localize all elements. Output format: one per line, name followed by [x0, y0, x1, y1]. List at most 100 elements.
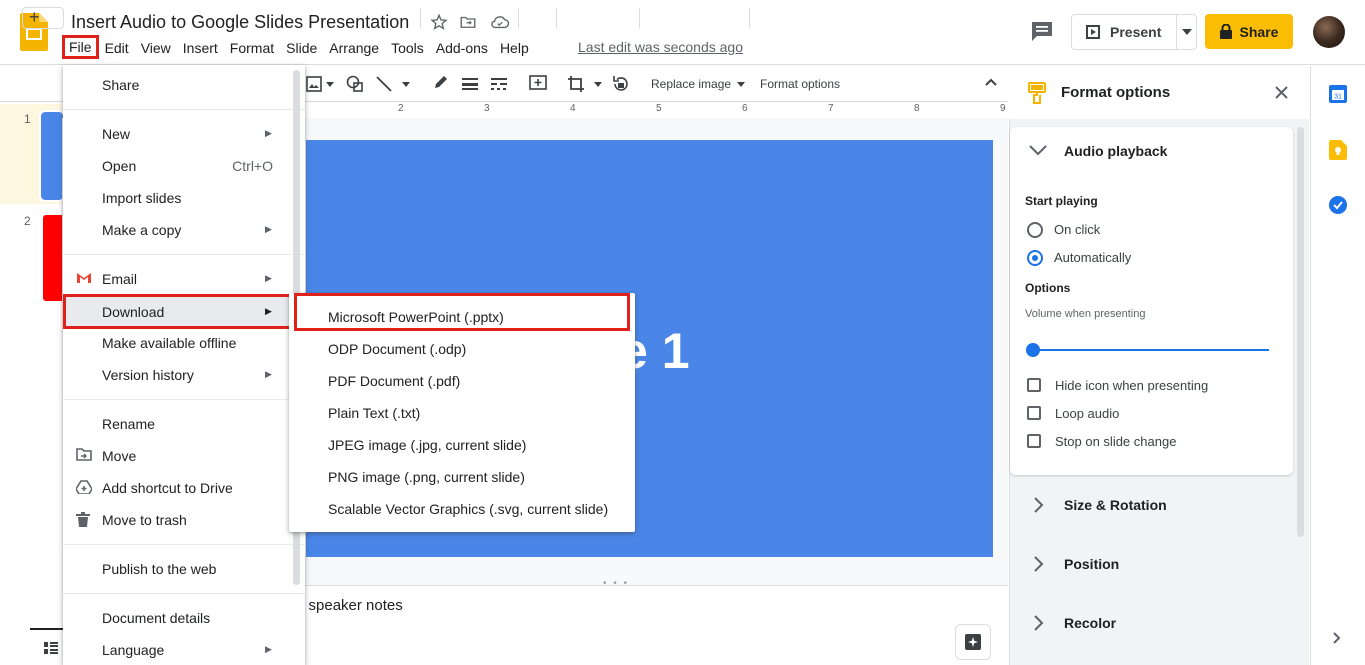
- menu-arrange[interactable]: Arrange: [323, 38, 385, 58]
- menu-item-make-offline[interactable]: Make available offline: [63, 326, 305, 358]
- on-click-label[interactable]: On click: [1054, 222, 1100, 237]
- stop-on-change-label[interactable]: Stop on slide change: [1055, 434, 1176, 449]
- border-color-icon[interactable]: [432, 75, 448, 91]
- automatically-label[interactable]: Automatically: [1054, 250, 1131, 265]
- cloud-status-icon[interactable]: [490, 13, 510, 31]
- speaker-notes[interactable]: d speaker notes: [296, 597, 403, 614]
- calendar-icon[interactable]: 31: [1329, 85, 1347, 103]
- hide-icon-label[interactable]: Hide icon when presenting: [1055, 378, 1208, 393]
- download-pptx[interactable]: Microsoft PowerPoint (.pptx): [294, 293, 630, 331]
- menu-item-publish-web[interactable]: Publish to the web: [63, 552, 305, 584]
- format-panel-scrollbar[interactable]: [1297, 127, 1304, 537]
- tasks-icon[interactable]: [1328, 195, 1348, 215]
- image-dropdown-icon[interactable]: [326, 82, 334, 87]
- menu-item-document-details[interactable]: Document details: [63, 601, 305, 633]
- size-rotation-header[interactable]: Size & Rotation: [1064, 497, 1167, 513]
- chevron-right-icon[interactable]: [1034, 497, 1044, 513]
- menu-item-email[interactable]: Email ▶: [63, 262, 305, 294]
- download-pdf[interactable]: PDF Document (.pdf): [289, 365, 635, 397]
- recolor-header[interactable]: Recolor: [1064, 615, 1116, 631]
- grid-view-button[interactable]: [30, 628, 64, 665]
- reset-image-icon[interactable]: [612, 75, 630, 93]
- document-title[interactable]: Insert Audio to Google Slides Presentati…: [71, 12, 409, 33]
- crop-dropdown-icon[interactable]: [594, 82, 602, 87]
- new-slide-button[interactable]: +: [22, 7, 64, 29]
- move-folder-icon[interactable]: [459, 13, 477, 31]
- notes-resize-handle[interactable]: • • •: [603, 578, 629, 589]
- menu-format[interactable]: Format: [224, 38, 280, 58]
- last-edit-link[interactable]: Last edit was seconds ago: [578, 39, 743, 55]
- share-button[interactable]: Share: [1205, 14, 1293, 49]
- menu-view[interactable]: View: [135, 38, 177, 58]
- border-weight-icon[interactable]: [461, 76, 479, 92]
- chevron-right-icon[interactable]: [1034, 615, 1044, 631]
- menu-item-move-to-trash[interactable]: Move to trash: [63, 503, 305, 535]
- menu-item-shortcut: Ctrl+O: [232, 158, 273, 174]
- menu-insert[interactable]: Insert: [177, 38, 224, 58]
- download-txt[interactable]: Plain Text (.txt): [289, 397, 635, 429]
- star-icon[interactable]: [430, 13, 448, 31]
- menu-item-label: Make available offline: [102, 335, 237, 351]
- present-icon: [1086, 25, 1100, 39]
- loop-audio-label[interactable]: Loop audio: [1055, 406, 1119, 421]
- menu-item-label: Move to trash: [102, 512, 187, 528]
- menu-help[interactable]: Help: [494, 38, 535, 58]
- shape-icon[interactable]: [346, 75, 364, 93]
- menu-item-language[interactable]: Language ▶: [63, 633, 305, 665]
- chevron-down-icon[interactable]: [1029, 145, 1047, 156]
- explore-button[interactable]: [955, 624, 991, 660]
- download-option-label: Scalable Vector Graphics (.svg, current …: [328, 501, 609, 517]
- audio-playback-header[interactable]: Audio playback: [1064, 143, 1167, 159]
- menu-tools[interactable]: Tools: [385, 38, 430, 58]
- replace-image-button[interactable]: Replace image: [651, 77, 746, 91]
- volume-label: Volume when presenting: [1025, 308, 1146, 320]
- chevron-right-icon[interactable]: [1034, 556, 1044, 572]
- menu-item-share[interactable]: Share: [63, 68, 305, 100]
- menu-item-add-shortcut[interactable]: Add shortcut to Drive: [63, 471, 305, 503]
- menu-item-download[interactable]: Download ▶: [63, 294, 305, 329]
- add-comment-icon[interactable]: [529, 75, 547, 93]
- menu-item-move[interactable]: Move: [63, 439, 305, 471]
- menu-item-make-copy[interactable]: Make a copy ▶: [63, 213, 305, 245]
- close-icon[interactable]: [1275, 86, 1288, 99]
- account-avatar[interactable]: [1313, 16, 1345, 48]
- submenu-arrow-icon: ▶: [265, 306, 272, 316]
- position-header[interactable]: Position: [1064, 556, 1119, 572]
- menu-addons[interactable]: Add-ons: [430, 38, 494, 58]
- menu-edit[interactable]: Edit: [99, 38, 135, 58]
- volume-slider-thumb[interactable]: [1026, 343, 1040, 357]
- line-icon[interactable]: [375, 75, 393, 93]
- volume-slider-track[interactable]: [1033, 349, 1269, 351]
- menu-item-version-history[interactable]: Version history ▶: [63, 358, 305, 390]
- automatically-radio[interactable]: [1027, 250, 1043, 266]
- loop-audio-checkbox[interactable]: [1027, 406, 1041, 420]
- menu-file[interactable]: File: [62, 35, 99, 59]
- expand-panel-icon[interactable]: [1333, 632, 1341, 644]
- present-dropdown-icon[interactable]: [1182, 29, 1192, 35]
- menu-item-import-slides[interactable]: Import slides: [63, 181, 305, 213]
- stop-on-change-checkbox[interactable]: [1027, 434, 1041, 448]
- format-options-button[interactable]: Format options: [760, 77, 840, 91]
- collapse-toolbar-icon[interactable]: [985, 78, 997, 86]
- menu-slide[interactable]: Slide: [280, 38, 323, 58]
- menu-item-open[interactable]: Open Ctrl+O: [63, 149, 305, 181]
- download-odp[interactable]: ODP Document (.odp): [289, 333, 635, 365]
- download-svg[interactable]: Scalable Vector Graphics (.svg, current …: [289, 493, 635, 525]
- download-png[interactable]: PNG image (.png, current slide): [289, 461, 635, 493]
- image-icon[interactable]: [306, 76, 322, 92]
- download-jpg[interactable]: JPEG image (.jpg, current slide): [289, 429, 635, 461]
- crop-icon[interactable]: [567, 75, 585, 93]
- line-dropdown-icon[interactable]: [402, 82, 410, 87]
- menu-item-rename[interactable]: Rename: [63, 407, 305, 439]
- on-click-radio[interactable]: [1027, 222, 1043, 238]
- border-dash-icon[interactable]: [490, 76, 508, 92]
- comment-history-icon[interactable]: [1030, 20, 1054, 42]
- hide-icon-checkbox[interactable]: [1027, 378, 1041, 392]
- menu-item-new[interactable]: New ▶: [63, 117, 305, 149]
- file-menu: Share New ▶ Open Ctrl+O Import slides Ma…: [63, 65, 305, 665]
- menu-item-label: Version history: [102, 367, 194, 383]
- keep-icon[interactable]: [1329, 140, 1347, 160]
- slide-thumbnail-1[interactable]: [39, 110, 65, 202]
- ruler-tick: 7: [828, 103, 834, 114]
- present-button[interactable]: Present: [1071, 14, 1197, 50]
